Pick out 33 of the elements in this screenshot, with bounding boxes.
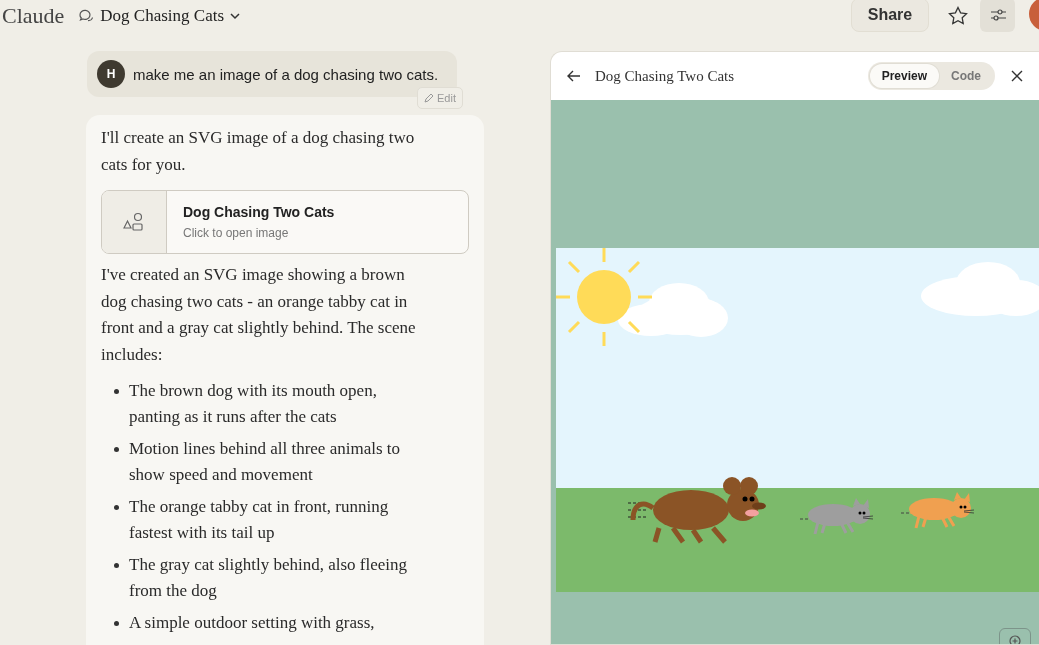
shapes-icon (123, 212, 145, 232)
user-message-text: make me an image of a dog chasing two cats. (133, 65, 439, 83)
chat-bubbles-icon (78, 8, 95, 24)
bullet-dot (114, 621, 119, 626)
bullet-text: Motion lines behind all three animals to show speed and movement (129, 438, 401, 486)
brand-logo[interactable]: Claude (2, 3, 65, 29)
bullet-dot (114, 447, 119, 452)
bullet-dot (114, 389, 119, 394)
pencil-icon (424, 93, 435, 103)
zoom-in-icon (1009, 635, 1021, 644)
bullet-text: A simple outdoor setting with grass, (129, 612, 376, 634)
assistant-paragraph: I've created an SVG image showing a brown dog chasing two cats - an orange tabby cat in front and a gray cat slightly behind. The scene includes: (101, 264, 417, 366)
conversation-title-button[interactable]: Dog Chasing Cats (78, 6, 241, 26)
view-tab[interactable]: Preview (869, 64, 939, 88)
bullet-dot (114, 563, 119, 568)
bullet-text: The orange tabby cat in front, running fastest with its tail up (129, 496, 390, 544)
share-button[interactable]: Share (851, 0, 929, 32)
star-icon[interactable] (948, 6, 968, 26)
artifact-panel-title: Dog Chasing Two Cats (595, 67, 735, 85)
view-tab[interactable]: Code (939, 64, 993, 88)
bullet-text: The brown dog with its mouth open, panting as it runs after the cats (129, 380, 378, 428)
artifact-card[interactable]: Dog Chasing Two Cats Click to open image (101, 190, 469, 254)
user-avatar: H (97, 60, 125, 88)
back-arrow-icon[interactable] (567, 70, 581, 82)
artifact-title: Dog Chasing Two Cats (183, 204, 335, 220)
bullet-text: The gray cat slightly behind, also fleeing from the dog (129, 554, 409, 602)
sliders-icon (989, 7, 1006, 22)
artifact-subtitle: Click to open image (183, 226, 290, 240)
bullet-dot (114, 505, 119, 510)
chevron-down-icon (230, 12, 241, 20)
assistant-intro-text: I'll create an SVG image of a dog chasing two cats for you. (101, 127, 416, 176)
close-icon[interactable] (1011, 70, 1023, 82)
settings-button[interactable] (980, 0, 1015, 32)
